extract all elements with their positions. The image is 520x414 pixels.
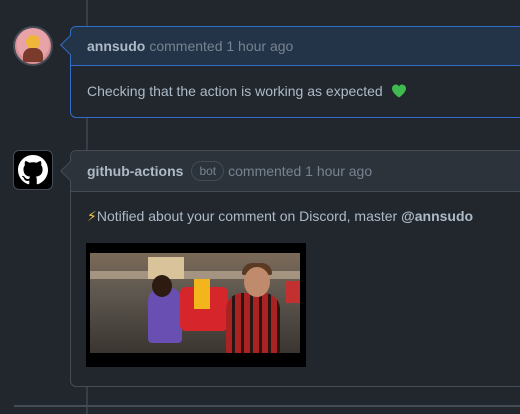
avatar-figure-body bbox=[23, 48, 43, 62]
gif-person-left-head bbox=[152, 275, 172, 297]
comment-text: Checking that the action is working as e… bbox=[87, 83, 383, 99]
comment-body: Checking that the action is working as e… bbox=[71, 66, 520, 115]
lightning-icon: ⚡ bbox=[87, 208, 97, 224]
avatar-github-actions[interactable] bbox=[13, 150, 53, 190]
comment-annsudo: annsudo commented 1 hour ago Checking th… bbox=[60, 26, 520, 118]
comment-github-actions: github-actions bot commented 1 hour ago … bbox=[60, 150, 520, 387]
comment-text: Notified about your comment on Discord, … bbox=[96, 208, 402, 224]
comment-timestamp[interactable]: commented 1 hour ago bbox=[228, 163, 372, 179]
comment-gif-image[interactable] bbox=[86, 243, 306, 367]
comment-header: github-actions bot commented 1 hour ago bbox=[71, 151, 520, 192]
user-mention[interactable]: @annsudo bbox=[401, 208, 473, 224]
green-heart-icon bbox=[391, 84, 406, 98]
gif-scene bbox=[90, 253, 300, 353]
github-logo-icon bbox=[18, 155, 48, 185]
gif-person-right bbox=[226, 293, 280, 353]
gif-person-right-head bbox=[244, 267, 270, 297]
gif-bag-strap bbox=[194, 279, 210, 309]
comment-timestamp[interactable]: commented 1 hour ago bbox=[149, 38, 293, 54]
comment-header: annsudo commented 1 hour ago bbox=[71, 27, 520, 66]
avatar-annsudo[interactable] bbox=[13, 26, 53, 66]
avatar-figure-head bbox=[26, 35, 40, 49]
author-link[interactable]: github-actions bbox=[87, 163, 183, 179]
bot-badge: bot bbox=[191, 161, 225, 181]
gif-poster bbox=[286, 281, 300, 303]
timeline-divider bbox=[14, 405, 520, 407]
comment-body: ⚡Notified about your comment on Discord,… bbox=[71, 192, 520, 241]
author-link[interactable]: annsudo bbox=[87, 38, 145, 54]
